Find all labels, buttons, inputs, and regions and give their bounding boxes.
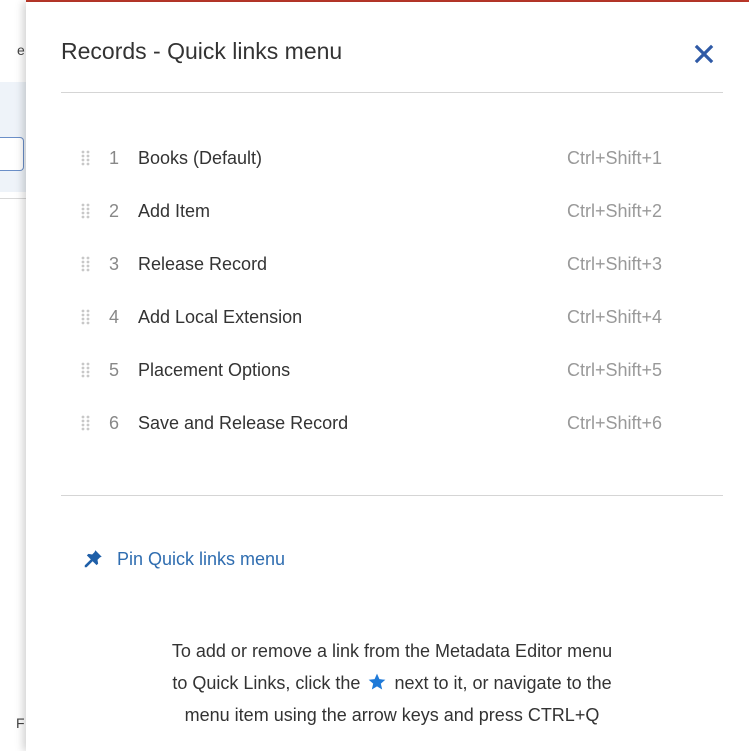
quick-link-label: Save and Release Record — [138, 413, 349, 433]
drag-handle-icon[interactable] — [81, 150, 91, 166]
quick-link-shortcut: Ctrl+Shift+1 — [567, 148, 663, 168]
drag-handle-icon[interactable] — [81, 203, 91, 219]
close-button[interactable] — [690, 40, 718, 68]
background-app-strip: e F — [0, 0, 26, 751]
quick-link-number: 1 — [109, 148, 120, 168]
help-line-1: To add or remove a link from the Metadat… — [171, 641, 613, 661]
quick-link-item[interactable]: 4 Add Local Extension Ctrl+Shift+4 — [61, 291, 723, 344]
drag-handle-icon[interactable] — [81, 362, 91, 378]
close-icon — [694, 44, 714, 64]
star-icon — [369, 673, 386, 690]
page: e F Records - Quick links menu 1 Books (D… — [0, 0, 749, 751]
drag-handle-icon[interactable] — [81, 415, 91, 431]
quick-link-number: 2 — [109, 201, 120, 221]
pin-quick-links-button[interactable]: Pin Quick links menu — [82, 548, 285, 570]
quick-link-item[interactable]: 1 Books (Default) Ctrl+Shift+1 — [61, 132, 723, 185]
drag-handle-icon[interactable] — [81, 309, 91, 325]
quick-link-label: Books (Default) — [138, 148, 263, 168]
quick-link-item[interactable]: 6 Save and Release Record Ctrl+Shift+6 — [61, 397, 723, 450]
quick-link-shortcut: Ctrl+Shift+5 — [567, 360, 663, 380]
quick-link-shortcut: Ctrl+Shift+2 — [567, 201, 663, 221]
background-divider — [0, 198, 26, 199]
quick-link-label: Release Record — [138, 254, 268, 274]
pin-label: Pin Quick links menu — [117, 548, 286, 569]
quick-link-shortcut: Ctrl+Shift+4 — [567, 307, 663, 327]
background-edge-char: e — [17, 42, 25, 58]
quick-link-item[interactable]: 3 Release Record Ctrl+Shift+3 — [61, 238, 723, 291]
background-input-edge — [0, 137, 24, 171]
pin-icon — [84, 550, 102, 568]
help-text: To add or remove a link from the Metadat… — [61, 635, 723, 731]
help-line-2-end: next to it, or navigate to the — [394, 673, 612, 693]
quick-link-label: Add Local Extension — [138, 307, 303, 327]
quick-links-list: 1 Books (Default) Ctrl+Shift+1 2 Add Item Ctr… — [61, 132, 723, 450]
help-line-3: menu item using the arrow keys and press… — [184, 705, 600, 725]
quick-link-number: 4 — [109, 307, 120, 327]
background-edge-char: F — [16, 715, 25, 731]
quick-link-label: Add Item — [138, 201, 211, 221]
drag-handle-icon[interactable] — [81, 256, 91, 272]
footer-divider — [61, 495, 723, 496]
quick-link-item[interactable]: 2 Add Item Ctrl+Shift+2 — [61, 185, 723, 238]
quick-link-shortcut: Ctrl+Shift+6 — [567, 413, 663, 433]
quick-links-panel: Records - Quick links menu 1 Books (Defau… — [26, 2, 749, 751]
panel-title: Records - Quick links menu — [61, 38, 343, 64]
help-line-2-start: to Quick Links, click the — [172, 673, 361, 693]
quick-link-label: Placement Options — [138, 360, 291, 380]
quick-link-number: 6 — [109, 413, 120, 433]
quick-link-item[interactable]: 5 Placement Options Ctrl+Shift+5 — [61, 344, 723, 397]
quick-link-number: 3 — [109, 254, 120, 274]
header-divider — [61, 92, 723, 93]
help-line-2: to Quick Links, click the next to it, or… — [61, 667, 723, 699]
quick-link-number: 5 — [109, 360, 120, 380]
quick-link-shortcut: Ctrl+Shift+3 — [567, 254, 663, 274]
